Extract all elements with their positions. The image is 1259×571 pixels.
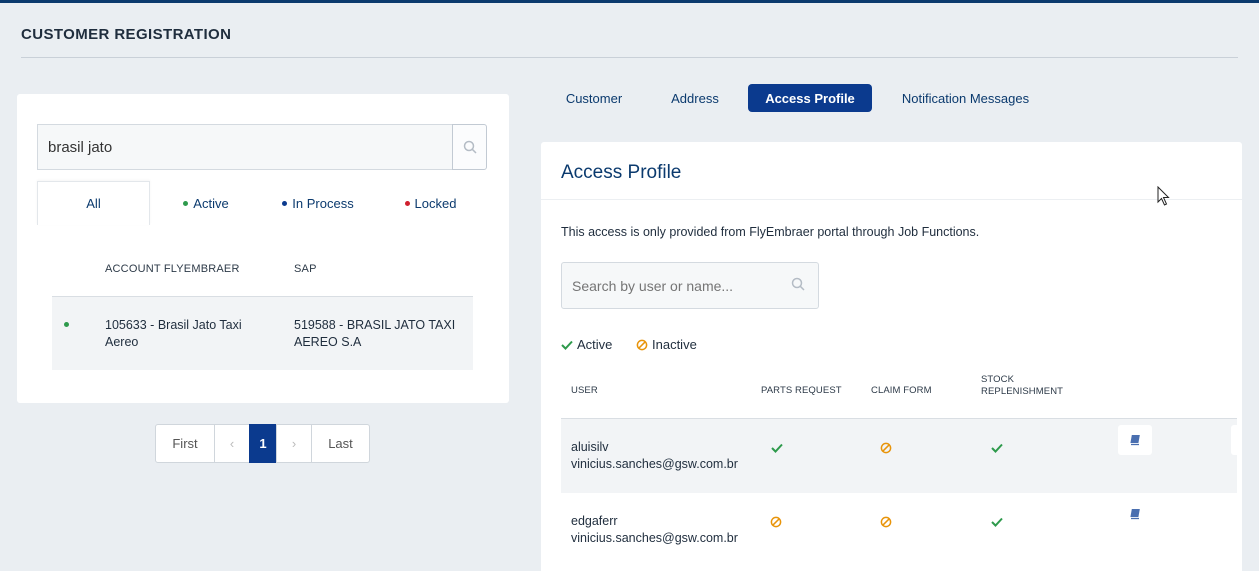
legend-label: Inactive xyxy=(652,337,697,352)
user-row[interactable]: aluisilv vinicius.sanches@gsw.com.br xyxy=(561,419,1237,493)
pagination-page-1[interactable]: 1 xyxy=(249,424,277,463)
access-profile-panel: Access Profile This access is only provi… xyxy=(541,142,1242,571)
info-text: This access is only provided from FlyEmb… xyxy=(561,225,980,239)
pagination-last[interactable]: Last xyxy=(311,424,370,463)
book-icon xyxy=(1130,509,1140,520)
tab-customer[interactable]: Customer xyxy=(553,84,635,112)
in-process-dot-icon xyxy=(282,200,288,206)
page-title: CUSTOMER REGISTRATION xyxy=(21,26,232,43)
user-row[interactable]: edgaferr vinicius.sanches@gsw.com.br xyxy=(561,493,1237,567)
prohibited-icon xyxy=(770,516,782,528)
pagination: First ‹ 1 › Last xyxy=(155,424,370,463)
filter-tab-all[interactable]: All xyxy=(37,181,150,225)
customer-search-panel: All Active In Process Locked ACCOUNT FLY… xyxy=(17,94,509,403)
filter-tab-in-process[interactable]: In Process xyxy=(262,181,374,225)
parts-request-status xyxy=(769,515,783,529)
legend-active: Active xyxy=(561,337,612,352)
claim-form-status xyxy=(879,441,893,455)
locked-dot-icon xyxy=(404,200,410,206)
active-dot-icon xyxy=(183,200,189,206)
prohibited-icon xyxy=(636,339,648,350)
title-divider xyxy=(21,57,1238,58)
check-icon xyxy=(991,443,1003,453)
legend-label: Active xyxy=(577,337,613,352)
active-status-dot-icon xyxy=(64,322,69,327)
tab-access-profile[interactable]: Access Profile xyxy=(748,84,872,112)
user-search-input[interactable] xyxy=(561,262,819,309)
parts-request-status xyxy=(770,441,784,455)
user-details-button[interactable] xyxy=(1118,425,1152,455)
user-details-button[interactable] xyxy=(1118,499,1152,529)
header-line: REPLENISHMENT xyxy=(981,386,1064,397)
prohibited-icon xyxy=(880,516,892,528)
check-icon xyxy=(561,340,573,350)
column-header-parts-request: PARTS REQUEST xyxy=(761,385,842,396)
filter-tab-label: In Process xyxy=(292,195,354,211)
account-row[interactable]: 105633 - Brasil Jato Taxi Aereo 519588 -… xyxy=(52,297,473,370)
status-filter-tabs: All Active In Process Locked xyxy=(37,181,487,225)
sap-cell: 519588 - BRASIL JATO TAXI AEREO S.A xyxy=(294,318,456,349)
search-icon[interactable] xyxy=(791,277,805,291)
pagination-first[interactable]: First xyxy=(155,424,215,463)
stock-replenishment-status xyxy=(990,515,1004,529)
pagination-prev[interactable]: ‹ xyxy=(214,424,250,463)
filter-tab-label: Active xyxy=(193,195,229,211)
top-accent-bar xyxy=(0,0,1259,3)
claim-form-status xyxy=(879,515,893,529)
check-icon xyxy=(991,517,1003,527)
tab-notification-messages[interactable]: Notification Messages xyxy=(893,84,1038,112)
prohibited-icon xyxy=(880,442,892,454)
section-title: Access Profile xyxy=(561,162,682,183)
check-icon xyxy=(771,443,783,453)
mouse-cursor-icon xyxy=(1157,186,1170,206)
filter-tab-label: All xyxy=(86,196,101,211)
customer-search-input[interactable] xyxy=(37,124,453,170)
username: aluisilv xyxy=(571,440,609,454)
search-icon xyxy=(463,140,477,154)
pagination-next[interactable]: › xyxy=(276,424,312,463)
account-cell: 105633 - Brasil Jato Taxi Aereo xyxy=(105,318,242,349)
tab-address[interactable]: Address xyxy=(660,84,730,112)
user-email: vinicius.sanches@gsw.com.br xyxy=(571,531,738,545)
column-header-claim-form: CLAIM FORM xyxy=(871,385,932,396)
filter-tab-active[interactable]: Active xyxy=(150,181,262,225)
column-header-stock-replenishment: STOCK REPLENISHMENT xyxy=(981,374,1063,398)
filter-tab-label: Locked xyxy=(414,195,457,211)
row-edge-button[interactable] xyxy=(1231,425,1237,455)
section-divider xyxy=(541,199,1242,200)
filter-tab-locked[interactable]: Locked xyxy=(374,181,487,225)
user-cell: edgaferr vinicius.sanches@gsw.com.br xyxy=(571,513,738,547)
user-email: vinicius.sanches@gsw.com.br xyxy=(571,457,738,471)
book-icon xyxy=(1130,435,1140,446)
column-header-sap: SAP xyxy=(294,263,317,275)
column-header-user: USER xyxy=(571,385,598,396)
column-header-account: ACCOUNT FLYEMBRAER xyxy=(105,263,240,275)
stock-replenishment-status xyxy=(990,441,1004,455)
user-cell: aluisilv vinicius.sanches@gsw.com.br xyxy=(571,439,738,473)
legend-inactive: Inactive xyxy=(636,337,697,352)
header-line: STOCK xyxy=(981,374,1015,385)
username: edgaferr xyxy=(571,514,618,528)
search-button[interactable] xyxy=(452,124,487,170)
